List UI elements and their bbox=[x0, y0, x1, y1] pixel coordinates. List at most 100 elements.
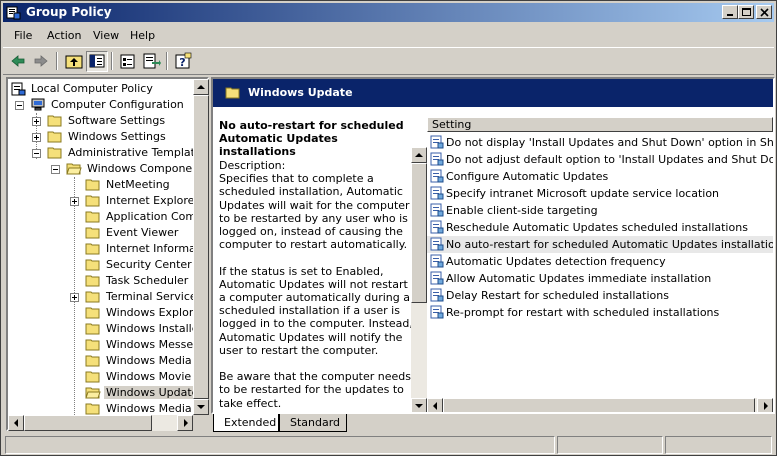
setting-row[interactable]: Configure Automatic Updates bbox=[427, 168, 773, 185]
plus-icon bbox=[34, 119, 39, 124]
expand-toggle[interactable] bbox=[32, 117, 41, 126]
setting-row[interactable]: No auto-restart for scheduled Automatic … bbox=[427, 236, 773, 253]
menu-help[interactable]: Help bbox=[130, 29, 155, 42]
show-hide-tree-button[interactable] bbox=[86, 51, 108, 72]
list-hscroll-thumb[interactable] bbox=[443, 398, 755, 412]
window-title: Group Policy bbox=[26, 5, 112, 19]
minimize-button[interactable] bbox=[722, 5, 738, 19]
setting-name: Automatic Updates detection frequency bbox=[446, 255, 666, 268]
setting-row[interactable]: Reschedule Automatic Updates scheduled i… bbox=[427, 219, 773, 236]
description-scroll-up-button[interactable] bbox=[411, 147, 427, 163]
setting-row[interactable]: Enable client-side targeting bbox=[427, 202, 773, 219]
tree-item-label: NetMeeting bbox=[106, 178, 170, 191]
console-tree[interactable]: Local Computer Policy Computer Configurat… bbox=[6, 77, 209, 431]
tree-item-label: Windows Explorer bbox=[106, 306, 193, 319]
collapse-toggle[interactable] bbox=[32, 149, 41, 158]
tab-extended-label: Extended bbox=[224, 416, 277, 429]
folder-icon bbox=[85, 258, 101, 272]
tree-scroll-left-button[interactable] bbox=[8, 415, 24, 431]
setting-row[interactable]: Allow Automatic Updates immediate instal… bbox=[427, 270, 773, 287]
menu-file[interactable]: File bbox=[14, 29, 32, 42]
collapse-toggle[interactable] bbox=[15, 101, 24, 110]
policy-setting-icon bbox=[430, 288, 444, 305]
description-scrollbar[interactable] bbox=[411, 147, 427, 412]
policy-setting-icon bbox=[430, 135, 444, 152]
tab-standard-label: Standard bbox=[290, 416, 341, 429]
policy-setting-icon bbox=[430, 220, 444, 237]
policy-setting-icon bbox=[430, 186, 444, 203]
tree-item-label: Windows Messeng bbox=[106, 338, 193, 351]
export-list-button[interactable] bbox=[140, 51, 162, 72]
folder-icon bbox=[47, 146, 63, 160]
collapse-toggle[interactable] bbox=[51, 165, 60, 174]
arrow-up-icon bbox=[197, 85, 205, 89]
arrow-down-icon bbox=[197, 405, 205, 409]
properties-button[interactable] bbox=[117, 51, 139, 72]
tree-item-label: Application Compa bbox=[106, 210, 193, 223]
setting-row[interactable]: Specify intranet Microsoft update servic… bbox=[427, 185, 773, 202]
status-panel-main bbox=[5, 436, 555, 454]
description-scroll-down-button[interactable] bbox=[411, 398, 427, 412]
folder-open-icon bbox=[66, 162, 82, 176]
tree-item-label: Terminal Services bbox=[106, 290, 193, 303]
up-one-level-button[interactable] bbox=[63, 51, 85, 72]
arrow-up-icon bbox=[415, 153, 423, 157]
tab-standard[interactable]: Standard bbox=[279, 414, 347, 432]
tree-item-label: Internet Informati bbox=[106, 242, 193, 255]
help-button[interactable]: ? bbox=[172, 51, 194, 72]
setting-row[interactable]: Do not display 'Install Updates and Shut… bbox=[427, 134, 773, 151]
back-button[interactable] bbox=[7, 51, 29, 72]
tab-extended[interactable]: Extended bbox=[213, 414, 279, 432]
folder-icon bbox=[85, 338, 101, 352]
setting-name: Specify intranet Microsoft update servic… bbox=[446, 187, 720, 200]
setting-row[interactable]: Re-prompt for restart with scheduled ins… bbox=[427, 304, 773, 321]
policy-setting-icon bbox=[430, 271, 444, 288]
plus-icon bbox=[72, 295, 77, 300]
settings-list[interactable]: Setting Do not display 'Install Updates … bbox=[427, 107, 773, 412]
forward-arrow-icon bbox=[34, 55, 48, 67]
menu-view[interactable]: View bbox=[93, 29, 119, 42]
tree-item-label: Administrative Templates bbox=[68, 146, 193, 159]
folder-open-icon bbox=[225, 87, 240, 99]
setting-row[interactable]: Delay Restart for scheduled installation… bbox=[427, 287, 773, 304]
minus-icon bbox=[53, 169, 58, 170]
list-horizontal-scrollbar[interactable] bbox=[427, 398, 773, 412]
status-bar bbox=[3, 435, 774, 455]
arrow-down-icon bbox=[415, 404, 423, 408]
setting-name: Do not display 'Install Updates and Shut… bbox=[446, 136, 774, 149]
tree-hscroll-thumb[interactable] bbox=[24, 415, 152, 431]
column-header-label: Setting bbox=[432, 118, 472, 131]
tree-scroll-thumb[interactable] bbox=[193, 95, 209, 399]
forward-button[interactable] bbox=[30, 51, 52, 72]
tree-item-label: Windows Settings bbox=[68, 130, 166, 143]
maximize-button[interactable] bbox=[738, 5, 754, 19]
setting-row[interactable]: Do not adjust default option to 'Install… bbox=[427, 151, 773, 168]
tree-scroll-down-button[interactable] bbox=[193, 399, 209, 415]
list-scroll-left-button[interactable] bbox=[427, 398, 443, 412]
status-panel-2 bbox=[557, 436, 663, 454]
column-header-setting[interactable]: Setting bbox=[427, 117, 773, 132]
description-scroll-thumb[interactable] bbox=[411, 163, 427, 303]
list-scroll-right-button[interactable] bbox=[757, 398, 773, 412]
expand-toggle[interactable] bbox=[70, 293, 79, 302]
menu-action[interactable]: Action bbox=[47, 29, 81, 42]
expand-toggle[interactable] bbox=[32, 133, 41, 142]
group-policy-window: Group Policy File Action View Help ? Loc… bbox=[0, 0, 777, 456]
tree-item-label: Internet Explorer bbox=[106, 194, 193, 207]
tree-item-label: Windows Movie Ma bbox=[106, 370, 193, 383]
setting-row[interactable]: Automatic Updates detection frequency bbox=[427, 253, 773, 270]
setting-description: Description: Specifies that to complete … bbox=[219, 159, 413, 410]
close-button[interactable] bbox=[756, 5, 772, 19]
tree-vertical-scrollbar[interactable] bbox=[193, 79, 209, 415]
folder-icon bbox=[85, 242, 101, 256]
tree-horizontal-scrollbar[interactable] bbox=[8, 415, 193, 431]
scroll-corner bbox=[193, 415, 209, 431]
computer-icon bbox=[30, 98, 46, 112]
tree-item-label: Task Scheduler bbox=[106, 274, 189, 287]
policy-setting-icon bbox=[430, 152, 444, 169]
tree-scroll-right-button[interactable] bbox=[177, 415, 193, 431]
tree-scroll-up-button[interactable] bbox=[193, 79, 209, 95]
expand-toggle[interactable] bbox=[70, 197, 79, 206]
folder-icon bbox=[85, 354, 101, 368]
title-bar[interactable]: Group Policy bbox=[3, 3, 774, 22]
